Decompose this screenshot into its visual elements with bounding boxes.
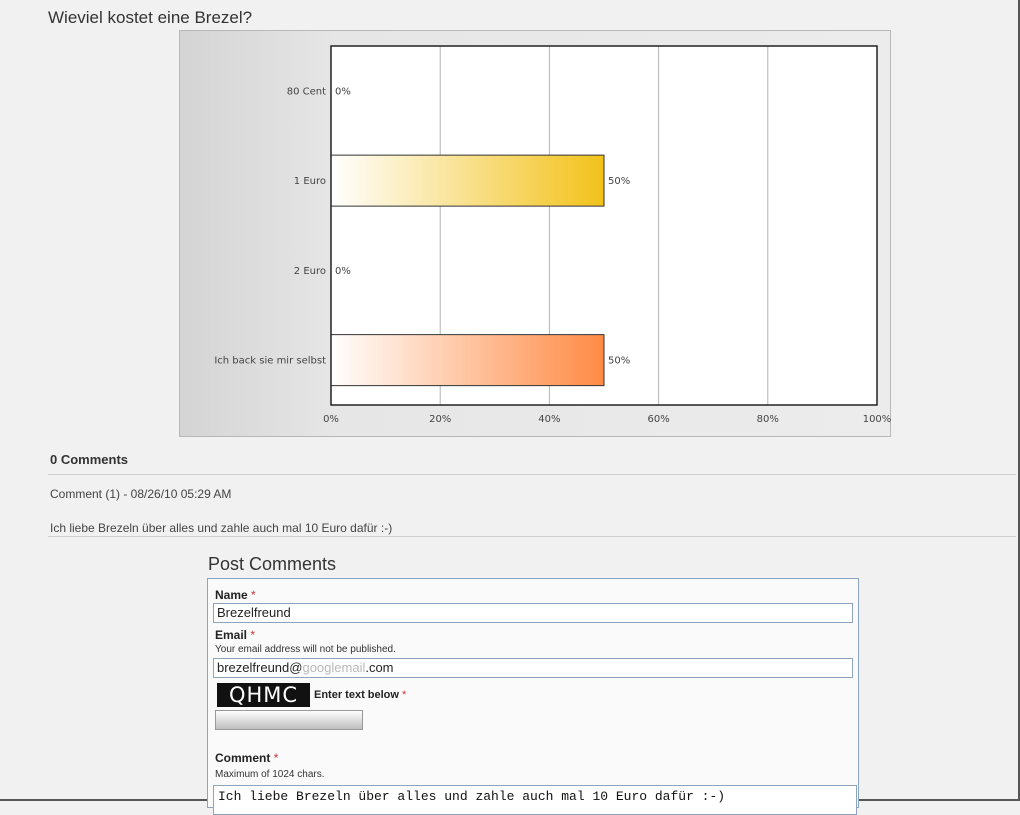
email-hint: Your email address will not be published…: [215, 644, 396, 655]
required-mark: *: [251, 588, 256, 602]
x-tick-label: 100%: [863, 414, 892, 425]
comment-text: Ich liebe Brezeln über alles und zahle a…: [50, 521, 393, 535]
comment-meta: Comment (1) - 08/26/10 05:29 AM: [50, 487, 232, 501]
x-tick-label: 60%: [647, 414, 669, 425]
data-label: 0%: [335, 266, 351, 277]
email-value-start: brezelfreund@: [217, 660, 303, 675]
x-tick-label: 80%: [757, 414, 779, 425]
divider: [48, 474, 1016, 475]
category-label: 2 Euro: [294, 266, 326, 277]
category-label: 1 Euro: [294, 176, 326, 187]
comment-textarea[interactable]: Ich liebe Brezeln über alles und zahle a…: [213, 785, 857, 815]
data-label: 50%: [608, 356, 630, 367]
email-label: Email *: [215, 628, 255, 642]
divider: [48, 536, 1016, 537]
x-tick-label: 0%: [323, 414, 339, 425]
comments-count: 0 Comments: [50, 452, 129, 467]
name-field-value: Brezelfreund: [217, 605, 291, 620]
poll-results-chart: 0% 20% 40% 60% 80% 100% 80 Cent 0% 1 Euro 50% 2 Eu…: [179, 30, 891, 437]
comment-label: Comment *: [215, 751, 278, 765]
captcha-label: Enter text below *: [314, 689, 406, 701]
poll-chart-svg: 0% 20% 40% 60% 80% 100% 80 Cent 0% 1 Euro 50% 2 Eu…: [214, 45, 892, 425]
email-value-blurred: googlemail: [302, 660, 366, 675]
comment-label-text: Comment: [215, 751, 271, 765]
category-label: 80 Cent: [287, 86, 326, 97]
captcha-input[interactable]: [215, 710, 363, 730]
poll-title: Wieviel kostet eine Brezel?: [48, 8, 253, 27]
bar: [330, 334, 605, 387]
post-comments-title: Post Comments: [208, 554, 337, 574]
required-mark: *: [250, 628, 256, 642]
email-value-end: .com: [365, 660, 394, 675]
comment-hint: Maximum of 1024 chars.: [215, 769, 325, 780]
data-label: 50%: [608, 176, 630, 187]
required-mark: *: [273, 751, 279, 765]
name-label: Name *: [215, 588, 256, 602]
comment-form: Name * Brezelfreund Email * Your email a…: [207, 578, 859, 815]
captcha-label-text: Enter text below: [314, 689, 399, 701]
x-tick-label: 40%: [538, 414, 560, 425]
name-label-text: Name: [215, 588, 248, 602]
captcha-image: QHMC: [217, 683, 310, 707]
x-tick-label: 20%: [429, 414, 451, 425]
bar: [330, 154, 605, 207]
category-label: Ich back sie mir selbst: [214, 356, 326, 367]
name-field[interactable]: Brezelfreund: [213, 603, 853, 623]
email-label-text: Email: [215, 628, 248, 642]
email-field[interactable]: brezelfreund@googlemail.com: [213, 658, 853, 678]
data-label: 0%: [335, 86, 351, 97]
required-mark: *: [402, 689, 407, 701]
